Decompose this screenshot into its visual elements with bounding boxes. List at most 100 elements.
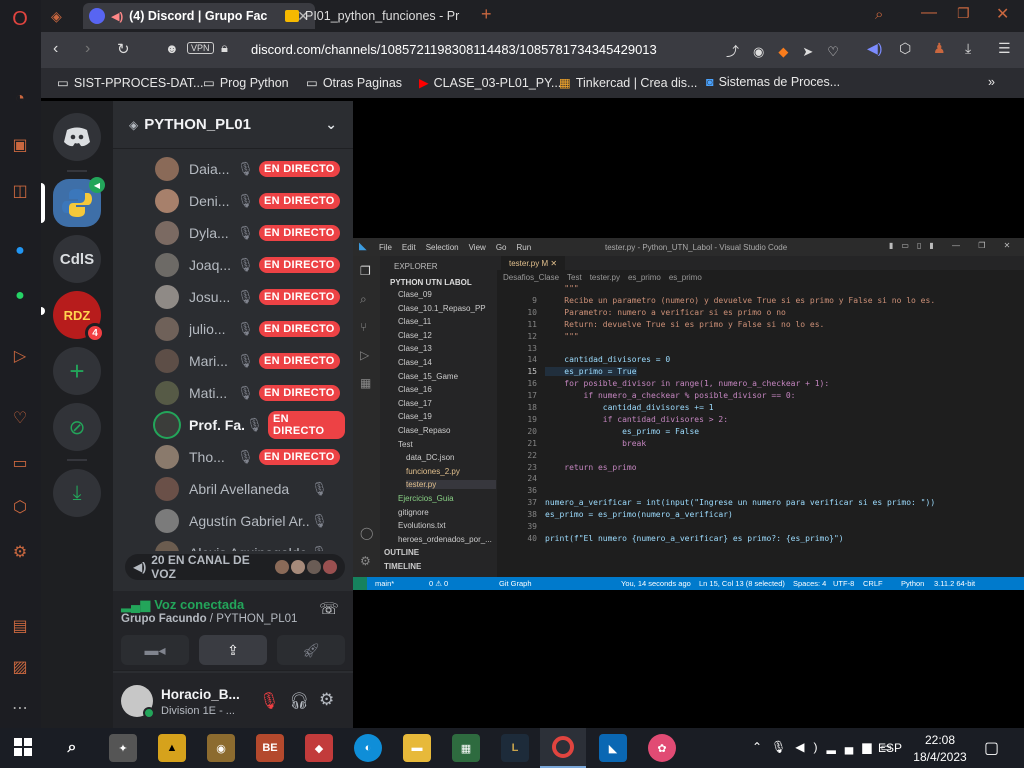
messenger-icon[interactable]: ●	[9, 240, 31, 262]
settings-icon[interactable]: ⚙	[9, 541, 31, 563]
back-icon[interactable]: ‹	[53, 40, 58, 58]
gaming-icon[interactable]: ◈	[51, 8, 62, 25]
minimize-icon[interactable]: —	[921, 4, 937, 22]
add-server-icon[interactable]: +	[53, 347, 101, 395]
address-actions[interactable]: ⤴◉◆➤♡	[726, 41, 853, 60]
voice-user[interactable]: Joaq... 🎙︎ EN DIRECTO	[155, 251, 345, 279]
game-icon[interactable]: BE	[256, 734, 284, 762]
screen-share-button[interactable]: ⇪	[199, 635, 267, 665]
language-indicator[interactable]: ESP	[878, 741, 902, 755]
camera-button[interactable]: ▬◂	[121, 635, 189, 665]
search-tabs-icon[interactable]: ⌕	[875, 6, 883, 23]
disconnect-icon[interactable]: ☏	[319, 599, 339, 619]
search-icon[interactable]: ⌕	[58, 734, 86, 762]
live-badge[interactable]: EN DIRECTO	[259, 321, 340, 337]
extensions-icon[interactable]: ⬡	[9, 496, 31, 518]
live-badge[interactable]: EN DIRECTO	[268, 411, 345, 439]
bookmark-folder[interactable]: ▭ SIST-PPROCES-DAT...	[57, 75, 203, 91]
audio-playing-icon[interactable]: ◀)	[111, 10, 123, 23]
live-badge[interactable]: EN DIRECTO	[259, 193, 340, 209]
voice-user[interactable]: Alexis Aguinagalde🎙︎	[155, 539, 345, 551]
league-icon[interactable]: L	[501, 734, 529, 762]
close-tab-icon[interactable]: ✕	[465, 8, 466, 25]
download-icon[interactable]: ⤓	[965, 40, 971, 57]
heart-icon[interactable]: ♡	[9, 407, 31, 429]
server-python-icon[interactable]: ◀	[53, 177, 105, 227]
opera-logo-icon[interactable]: O	[9, 8, 31, 30]
live-badge[interactable]: EN DIRECTO	[259, 161, 340, 177]
close-window-icon[interactable]: ✕	[996, 4, 1009, 24]
bookmark-link[interactable]: ▶ CLASE_03-PL01_PY...	[419, 75, 561, 91]
voice-user[interactable]: Deni... 🎙︎ EN DIRECTO	[155, 187, 345, 215]
live-badge[interactable]: EN DIRECTO	[259, 449, 340, 465]
crypto-wallet-icon[interactable]: ◫	[9, 180, 31, 202]
bookmark-folder[interactable]: ▭ Prog Python	[203, 75, 289, 91]
vscode-taskbar-icon[interactable]: ◣	[599, 734, 627, 762]
headphones-icon[interactable]: 🎧︎	[289, 691, 309, 711]
voice-user[interactable]: Mati... 🎙︎ EN DIRECTO	[155, 379, 345, 407]
game-icon[interactable]: ◉	[207, 734, 235, 762]
start-icon[interactable]	[14, 738, 32, 756]
site-info-icon[interactable]: ☻	[165, 41, 179, 56]
profile-icon[interactable]: ♟	[933, 40, 946, 57]
task-manager-icon[interactable]: ▤	[9, 615, 31, 637]
voice-channel-pill[interactable]: ◀) 20 EN CANAL DE VOZ	[125, 553, 345, 581]
whatsapp-icon[interactable]: ●	[9, 285, 31, 307]
voice-connected-status[interactable]: ▂▄▆ Voz conectada	[121, 597, 244, 613]
username[interactable]: Horacio_B...	[161, 687, 240, 702]
voice-user[interactable]: Mari... 🎙︎ EN DIRECTO	[155, 347, 345, 375]
speed-dial-icon[interactable]: ◔	[9, 88, 31, 110]
activities-button[interactable]: 🚀︎	[277, 635, 345, 665]
voice-user[interactable]: julio... 🎙︎ EN DIRECTO	[155, 315, 345, 343]
easy-setup-icon[interactable]: ☰	[998, 40, 1011, 57]
voice-location[interactable]: Grupo Facundo / PYTHON_PL01	[121, 613, 297, 625]
vpn-badge[interactable]: VPN	[187, 42, 214, 54]
url-field[interactable]: discord.com/channels/1085721198308114483…	[251, 42, 657, 57]
live-badge[interactable]: EN DIRECTO	[259, 353, 340, 369]
app-icon[interactable]: ◐	[354, 734, 382, 762]
bookmark-link[interactable]: ◙ Sistemas de Proces...	[706, 75, 840, 89]
forward-icon[interactable]: ›	[85, 40, 90, 58]
tab-python-funciones[interactable]: PI01_python_funciones - Pr ✕	[279, 3, 466, 29]
reload-icon[interactable]: ↻	[117, 40, 130, 58]
game-icon[interactable]: ◆	[305, 734, 333, 762]
audio-icon[interactable]: ◀)	[867, 40, 882, 57]
live-badge[interactable]: EN DIRECTO	[259, 257, 340, 273]
voice-user[interactable]: Josu... 🎙︎ EN DIRECTO	[155, 283, 345, 311]
app-icon[interactable]: ✦	[109, 734, 137, 762]
bookmark-link[interactable]: ▦ Tinkercad | Crea dis...	[559, 75, 697, 91]
gallery-icon[interactable]: ▨	[9, 656, 31, 678]
user-settings-icon[interactable]: ⚙	[319, 690, 334, 710]
calculator-icon[interactable]: ▦	[452, 734, 480, 762]
server-header[interactable]: ◈ PYTHON_PL01 ⌄	[113, 101, 353, 149]
muted-mic-icon[interactable]: 🎙︎	[259, 691, 279, 711]
avatar[interactable]	[121, 685, 155, 719]
voice-user[interactable]: Dyla... 🎙︎ EN DIRECTO	[155, 219, 345, 247]
player-icon[interactable]: ▷	[9, 345, 31, 367]
download-apps-icon[interactable]: ⤓	[53, 469, 101, 517]
server-cdls[interactable]: CdlS	[53, 235, 101, 283]
more-bookmarks-icon[interactable]: »	[988, 75, 995, 89]
app-icon[interactable]: ✿	[648, 734, 676, 762]
voice-user[interactable]: Prof. Fa...🎙︎ EN DIRECTO	[155, 411, 345, 439]
game-icon[interactable]: ▲	[158, 734, 186, 762]
file-explorer-icon[interactable]: ▬	[403, 734, 431, 762]
bookmark-folder[interactable]: ▭ Otras Paginas	[306, 75, 402, 91]
voice-user[interactable]: Abril Avellaneda 🎙︎	[155, 475, 345, 503]
more-icon[interactable]: ⋯	[9, 697, 31, 719]
cube-icon[interactable]: ⬡	[899, 40, 911, 57]
restore-icon[interactable]: ❐	[957, 5, 970, 22]
live-badge[interactable]: EN DIRECTO	[259, 385, 340, 401]
voice-user[interactable]: Daia... 🎙︎ EN DIRECTO	[155, 155, 345, 183]
server-rdz[interactable]: RDZ 4	[53, 291, 105, 343]
new-tab-icon[interactable]: +	[481, 4, 492, 25]
live-badge[interactable]: EN DIRECTO	[259, 289, 340, 305]
notifications-icon[interactable]: ▢	[984, 738, 999, 758]
voice-user[interactable]: Tho... 🎙︎ EN DIRECTO	[155, 443, 345, 471]
opera-taskbar-item[interactable]	[540, 728, 586, 768]
workspaces-icon[interactable]: ▣	[9, 134, 31, 156]
discord-home-icon[interactable]	[53, 113, 101, 161]
clock[interactable]: 22:08 18/4/2023	[910, 733, 970, 764]
live-badge[interactable]: EN DIRECTO	[259, 225, 340, 241]
history-icon[interactable]: ▭	[9, 452, 31, 474]
